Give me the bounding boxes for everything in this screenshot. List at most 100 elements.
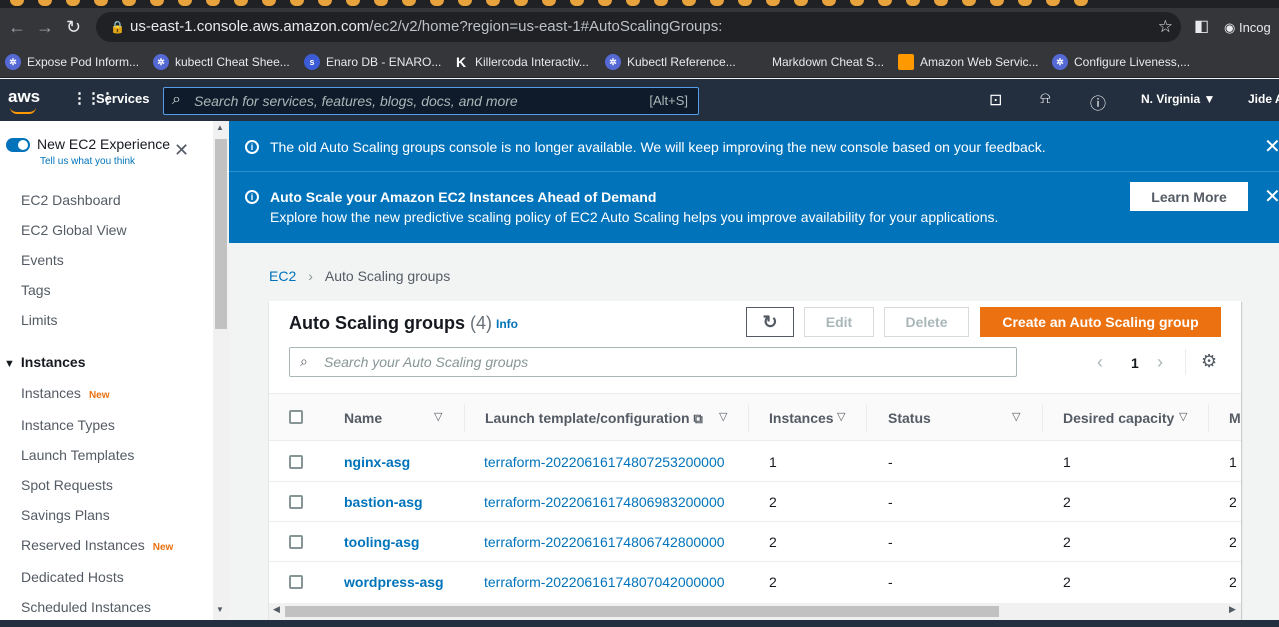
asg-name-link[interactable]: tooling-asg	[344, 534, 419, 550]
column-header-min[interactable]: M	[1229, 410, 1241, 426]
gear-icon[interactable]: ⚙	[1201, 351, 1217, 372]
region-selector[interactable]: N. Virginia ▼	[1141, 92, 1215, 106]
aws-favicon-icon	[898, 54, 914, 70]
notifications-bell-icon[interactable]: ⍾	[1040, 90, 1051, 108]
sidebar-item-limits[interactable]: Limits	[21, 312, 58, 328]
table-horizontal-scrollbar[interactable]: ◀ ▶	[269, 603, 1241, 620]
new-experience-toggle[interactable]	[6, 138, 30, 152]
row-checkbox[interactable]	[289, 575, 303, 589]
launch-template-link[interactable]: terraform-20220616174807253200000	[484, 454, 725, 470]
table-row[interactable]: wordpress-asg terraform-2022061617480704…	[269, 562, 1241, 602]
row-checkbox[interactable]	[289, 535, 303, 549]
bookmark-item[interactable]: ✲ Expose Pod Inform...	[5, 53, 139, 71]
feedback-link[interactable]: Tell us what you think	[40, 156, 135, 167]
asg-name-link[interactable]: bastion-asg	[344, 494, 423, 510]
bookmark-item[interactable]: Amazon Web Servic...	[898, 53, 1039, 71]
sidebar-item-dedicated-hosts[interactable]: Dedicated Hosts	[21, 569, 124, 585]
scroll-down-icon[interactable]: ▼	[216, 605, 224, 614]
row-checkbox[interactable]	[289, 455, 303, 469]
global-search[interactable]: ⌕ [Alt+S]	[163, 87, 699, 115]
sort-icon[interactable]: ▽	[1012, 410, 1020, 423]
aws-logo[interactable]: aws	[8, 87, 40, 114]
external-link-icon: ⧉	[693, 411, 703, 426]
sort-icon[interactable]: ▽	[837, 410, 845, 423]
learn-more-button[interactable]: Learn More	[1130, 182, 1248, 211]
kubernetes-icon: ✲	[153, 54, 169, 70]
edit-button[interactable]: Edit	[804, 307, 874, 337]
table-row[interactable]: bastion-asg terraform-202206161748069832…	[269, 482, 1241, 522]
side-panel-icon[interactable]: ◧	[1194, 18, 1209, 36]
table-search-input[interactable]	[324, 354, 984, 370]
sidebar-item-instances[interactable]: Instances New	[21, 385, 110, 401]
bookmark-item[interactable]: Markdown Cheat S...	[750, 53, 884, 71]
back-icon[interactable]: ←	[8, 18, 26, 36]
sidebar-item-reserved-instances[interactable]: Reserved Instances New	[21, 537, 173, 553]
table-scroll-thumb[interactable]	[285, 606, 999, 617]
global-search-input[interactable]	[194, 92, 624, 110]
select-all-checkbox[interactable]	[289, 410, 303, 424]
bookmark-item[interactable]: ✲ Configure Liveness,...	[1052, 53, 1190, 71]
pagination-next-icon[interactable]: ›	[1157, 352, 1163, 373]
profile-chip[interactable]: ◉ Incog	[1224, 19, 1271, 37]
sidebar-item-ec2-global-view[interactable]: EC2 Global View	[21, 222, 127, 238]
column-header-name[interactable]: Name	[344, 410, 382, 426]
asg-name-link[interactable]: wordpress-asg	[344, 574, 444, 590]
sidebar-section-instances[interactable]: ▼ Instances	[4, 354, 85, 370]
help-icon[interactable]: ⓘ	[1090, 90, 1106, 114]
address-bar[interactable]: 🔒 us-east-1.console.aws.amazon.com/ec2/v…	[96, 12, 1181, 42]
scroll-left-icon[interactable]: ◀	[273, 604, 280, 615]
refresh-button[interactable]: ↻	[746, 307, 794, 337]
sidebar-item-spot-requests[interactable]: Spot Requests	[21, 477, 113, 493]
bookmark-item[interactable]: K Killercoda Interactiv...	[453, 53, 589, 71]
info-link[interactable]: Info	[496, 317, 518, 331]
browser-tab-strip[interactable]	[0, 0, 1279, 8]
launch-template-link[interactable]: terraform-20220616174806742800000	[484, 534, 725, 550]
create-auto-scaling-group-button[interactable]: Create an Auto Scaling group	[980, 307, 1221, 337]
min-value: 2	[1229, 494, 1237, 510]
reload-icon[interactable]: ↻	[66, 18, 81, 36]
bookmark-item[interactable]: s Enaro DB - ENARO...	[304, 53, 441, 71]
cloudshell-icon[interactable]: ⊡	[989, 90, 1002, 110]
sidebar-item-scheduled-instances[interactable]: Scheduled Instances	[21, 599, 151, 615]
pagination-prev-icon[interactable]: ‹	[1097, 352, 1103, 373]
sidebar-item-instance-types[interactable]: Instance Types	[21, 417, 115, 433]
sidebar-item-tags[interactable]: Tags	[21, 282, 51, 298]
asg-name-link[interactable]: nginx-asg	[344, 454, 410, 470]
scroll-up-icon[interactable]: ▲	[216, 123, 224, 132]
column-header-desired-capacity[interactable]: Desired capacity	[1063, 410, 1174, 426]
sidebar-item-events[interactable]: Events	[21, 252, 64, 268]
close-icon[interactable]: ✕	[1264, 187, 1279, 207]
sort-icon[interactable]: ▽	[434, 410, 442, 423]
scroll-right-icon[interactable]: ▶	[1229, 604, 1236, 615]
sidebar-item-savings-plans[interactable]: Savings Plans	[21, 507, 110, 523]
pagination-page[interactable]: 1	[1131, 355, 1139, 371]
sidebar-scroll-thumb[interactable]	[215, 139, 227, 329]
launch-template-link[interactable]: terraform-20220616174807042000000	[484, 574, 725, 590]
account-menu[interactable]: Jide A	[1248, 92, 1279, 106]
close-icon[interactable]: ✕	[1264, 137, 1279, 157]
sidebar-item-ec2-dashboard[interactable]: EC2 Dashboard	[21, 192, 121, 208]
table-search[interactable]: ⌕	[289, 347, 1017, 377]
sidebar-scrollbar[interactable]: ▲ ▼	[213, 121, 229, 620]
grid-icon: ⋮⋮⋮	[72, 90, 115, 107]
row-checkbox[interactable]	[289, 495, 303, 509]
table-row[interactable]: nginx-asg terraform-20220616174807253200…	[269, 442, 1241, 482]
column-header-launch-template[interactable]: Launch template/configuration ⧉	[485, 410, 703, 427]
instances-count: 2	[769, 574, 777, 590]
delete-button[interactable]: Delete	[884, 307, 969, 337]
table-row[interactable]: tooling-asg terraform-202206161748067428…	[269, 522, 1241, 562]
bookmark-star-icon[interactable]: ☆	[1158, 12, 1173, 42]
sort-icon[interactable]: ▽	[1179, 410, 1187, 423]
bookmark-item[interactable]: ✲ kubectl Cheat Shee...	[153, 53, 290, 71]
sidebar-item-launch-templates[interactable]: Launch Templates	[21, 447, 134, 463]
services-menu-button[interactable]: ⋮⋮⋮ Services	[72, 91, 150, 106]
sort-icon[interactable]: ▽	[719, 410, 727, 423]
bookmark-item[interactable]: ✲ Kubectl Reference...	[605, 53, 736, 71]
launch-template-link[interactable]: terraform-20220616174806983200000	[484, 494, 725, 510]
breadcrumb-ec2[interactable]: EC2	[269, 268, 296, 284]
bookmarks-bar: ✲ Expose Pod Inform... ✲ kubectl Cheat She…	[0, 46, 1279, 78]
column-header-status[interactable]: Status	[888, 410, 931, 426]
close-icon[interactable]: ✕	[174, 141, 189, 159]
column-header-instances[interactable]: Instances	[769, 410, 834, 426]
forward-icon[interactable]: →	[36, 18, 54, 36]
